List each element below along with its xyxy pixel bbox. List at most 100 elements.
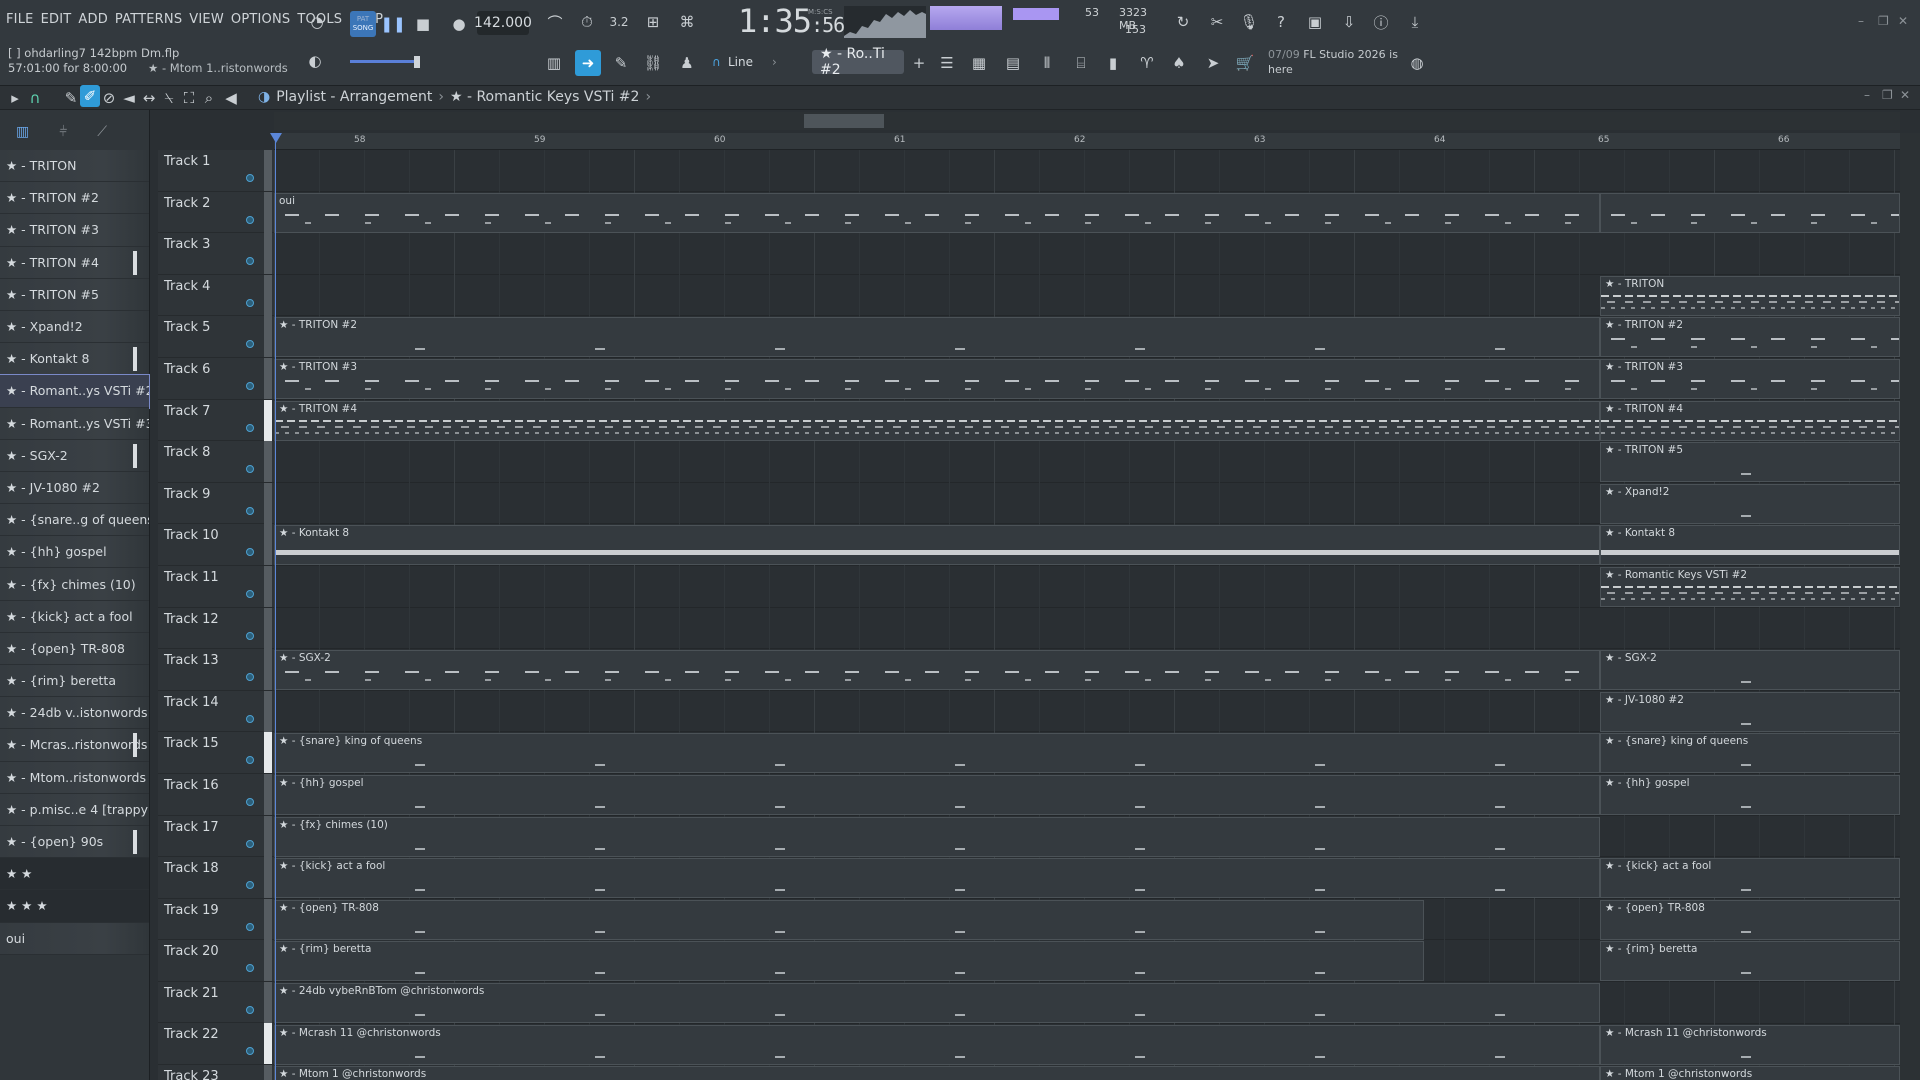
- pattern-clip[interactable]: ★ - {snare} king of queens: [274, 733, 1600, 774]
- pattern-clip[interactable]: ★ - Romantic Keys VSTi #2: [1600, 567, 1900, 607]
- pattern-selector[interactable]: ★ - Ro..Ti #2: [812, 46, 904, 78]
- track-header[interactable]: Track 11: [158, 565, 274, 608]
- picker-item[interactable]: ★ - p.misc..e 4 [trappy]: [0, 793, 149, 826]
- track-enable-led[interactable]: [246, 631, 254, 640]
- master-volume-knob-icon[interactable]: ◔: [304, 9, 330, 35]
- picker-item[interactable]: ★ - TRITON #4: [0, 246, 149, 279]
- track-enable-led[interactable]: [246, 381, 254, 390]
- plugin-picker-icon[interactable]: ♈: [1134, 50, 1160, 76]
- breadcrumb-pattern[interactable]: ★ - Romantic Keys VSTi #2: [450, 89, 639, 105]
- track-enable-led[interactable]: [246, 257, 254, 266]
- scrollbar-thumb[interactable]: [804, 114, 884, 128]
- info-icon[interactable]: ⓘ: [1368, 9, 1394, 35]
- pattern-clip[interactable]: ★ - Xpand!2: [1600, 483, 1900, 524]
- track-enable-led[interactable]: [246, 881, 254, 890]
- pattern-clip[interactable]: ★ - TRITON #4: [274, 400, 1600, 441]
- pattern-clip[interactable]: ★ - Kontakt 8: [274, 525, 1600, 566]
- picker-item[interactable]: ★ - {open} TR-808: [0, 632, 149, 665]
- track-header[interactable]: Track 7: [158, 399, 274, 442]
- track-enable-led[interactable]: [246, 964, 254, 973]
- pattern-clip[interactable]: ★ - {open} TR-808: [274, 899, 1424, 940]
- track-grip[interactable]: [264, 1023, 272, 1065]
- track-header[interactable]: Track 3: [158, 233, 274, 275]
- playback-tool-icon[interactable]: ◀: [222, 85, 240, 111]
- track-header[interactable]: Track 5: [158, 316, 274, 358]
- track-grip[interactable]: [264, 565, 272, 607]
- track-header[interactable]: Track 21: [158, 981, 274, 1024]
- refresh-icon[interactable]: ↻: [1170, 9, 1196, 35]
- pattern-clip[interactable]: ★ - TRITON #5: [1600, 442, 1900, 483]
- browser-icon[interactable]: ⌸: [1068, 50, 1094, 76]
- track-grip[interactable]: [264, 357, 272, 399]
- track-enable-led[interactable]: [246, 714, 254, 723]
- horizontal-scrollbar[interactable]: [274, 112, 1900, 130]
- track-grip[interactable]: [264, 233, 272, 275]
- picker-item[interactable]: ★ - Kontakt 8: [0, 343, 149, 376]
- track-grip[interactable]: [264, 1065, 272, 1080]
- track-enable-led[interactable]: [246, 340, 254, 349]
- track-enable-led[interactable]: [246, 589, 254, 598]
- picker-audio-icon[interactable]: ⫩: [59, 124, 67, 150]
- add-pattern-icon[interactable]: +: [906, 50, 932, 76]
- picker-item[interactable]: ★ - TRITON #5: [0, 278, 149, 311]
- playlist-close-icon[interactable]: ✕: [1900, 88, 1910, 102]
- piano-roll-icon[interactable]: ▥: [541, 50, 567, 76]
- picker-piano-icon[interactable]: ▥: [16, 124, 29, 150]
- track-grip[interactable]: [264, 649, 272, 691]
- picker-item[interactable]: oui: [0, 922, 149, 955]
- tool-pencil-icon[interactable]: ✎: [608, 50, 634, 76]
- track-lane[interactable]: [274, 150, 1900, 192]
- picker-item[interactable]: ★ - 24db v..istonwords: [0, 697, 149, 730]
- pattern-clip[interactable]: oui: [274, 192, 1600, 233]
- pattern-clip[interactable]: ★ - {hh} gospel: [1600, 775, 1900, 815]
- pattern-clip[interactable]: ★ - {rim} beretta: [274, 941, 1424, 982]
- tool-arrow-icon[interactable]: ➜: [575, 50, 601, 76]
- countdown-icon[interactable]: 3.2: [606, 9, 632, 35]
- track-grip[interactable]: [264, 191, 272, 233]
- track-header[interactable]: Track 2: [158, 191, 274, 234]
- track-header[interactable]: Track 23: [158, 1065, 274, 1080]
- blend-notes-icon[interactable]: ⌘: [674, 9, 700, 35]
- playhead-marker[interactable]: [270, 133, 282, 143]
- track-enable-led[interactable]: [246, 423, 254, 432]
- timeline-ruler[interactable]: 58 59 60 61 62 63 64 65 66: [274, 133, 1900, 150]
- touch-keyboard-icon[interactable]: ♠: [1166, 50, 1192, 76]
- track-grip[interactable]: [264, 316, 272, 358]
- tempo-display[interactable]: 142.000: [474, 11, 532, 35]
- track-header[interactable]: Track 20: [158, 940, 274, 982]
- playlist-minimize-icon[interactable]: –: [1864, 88, 1870, 102]
- zoom-tool-icon[interactable]: ⌕: [200, 85, 218, 111]
- pattern-clip[interactable]: ★ - {fx} chimes (10): [274, 816, 1600, 857]
- track-header[interactable]: Track 9: [158, 482, 274, 525]
- master-volume-slider[interactable]: [350, 56, 430, 68]
- track-grip[interactable]: [264, 399, 272, 441]
- picker-item[interactable]: ★ ★ ★: [0, 890, 149, 923]
- slip-tool-icon[interactable]: ↔: [140, 85, 158, 111]
- track-grip[interactable]: [264, 940, 272, 982]
- picker-item[interactable]: ★ - Mtom..ristonwords: [0, 761, 149, 794]
- menu-file[interactable]: FILE: [6, 12, 34, 27]
- menu-patterns[interactable]: PATTERNS: [115, 12, 182, 27]
- track-grip[interactable]: [264, 607, 272, 649]
- pattern-clip[interactable]: ★ - Mcrash 11 @christonwords: [274, 1024, 1600, 1065]
- minimize-icon[interactable]: –: [1858, 14, 1864, 28]
- step-edit-icon[interactable]: ⊞: [640, 9, 666, 35]
- store-icon[interactable]: 🛒: [1232, 50, 1258, 76]
- track-enable-led[interactable]: [246, 839, 254, 848]
- track-header[interactable]: Track 10: [158, 524, 274, 566]
- track-header[interactable]: Track 12: [158, 607, 274, 650]
- track-enable-led[interactable]: [246, 506, 254, 515]
- track-enable-led[interactable]: [246, 548, 254, 557]
- stamp-icon[interactable]: ♟: [674, 50, 700, 76]
- track-header[interactable]: Track 1: [158, 150, 274, 192]
- track-grip[interactable]: [264, 524, 272, 566]
- picker-item[interactable]: ★ - {open} 90s: [0, 825, 149, 859]
- news-panel[interactable]: 07/09 FL Studio 2026 is here: [1268, 47, 1418, 77]
- menu-view[interactable]: VIEW: [189, 12, 224, 27]
- track-lane[interactable]: [274, 233, 1900, 275]
- picker-item[interactable]: ★ - {kick} act a fool: [0, 600, 149, 633]
- track-enable-led[interactable]: [246, 298, 254, 307]
- picker-item[interactable]: ★ - {hh} gospel: [0, 536, 149, 569]
- picker-item[interactable]: ★ - Xpand!2: [0, 310, 149, 344]
- picker-item[interactable]: ★ - {rim} beretta: [0, 665, 149, 698]
